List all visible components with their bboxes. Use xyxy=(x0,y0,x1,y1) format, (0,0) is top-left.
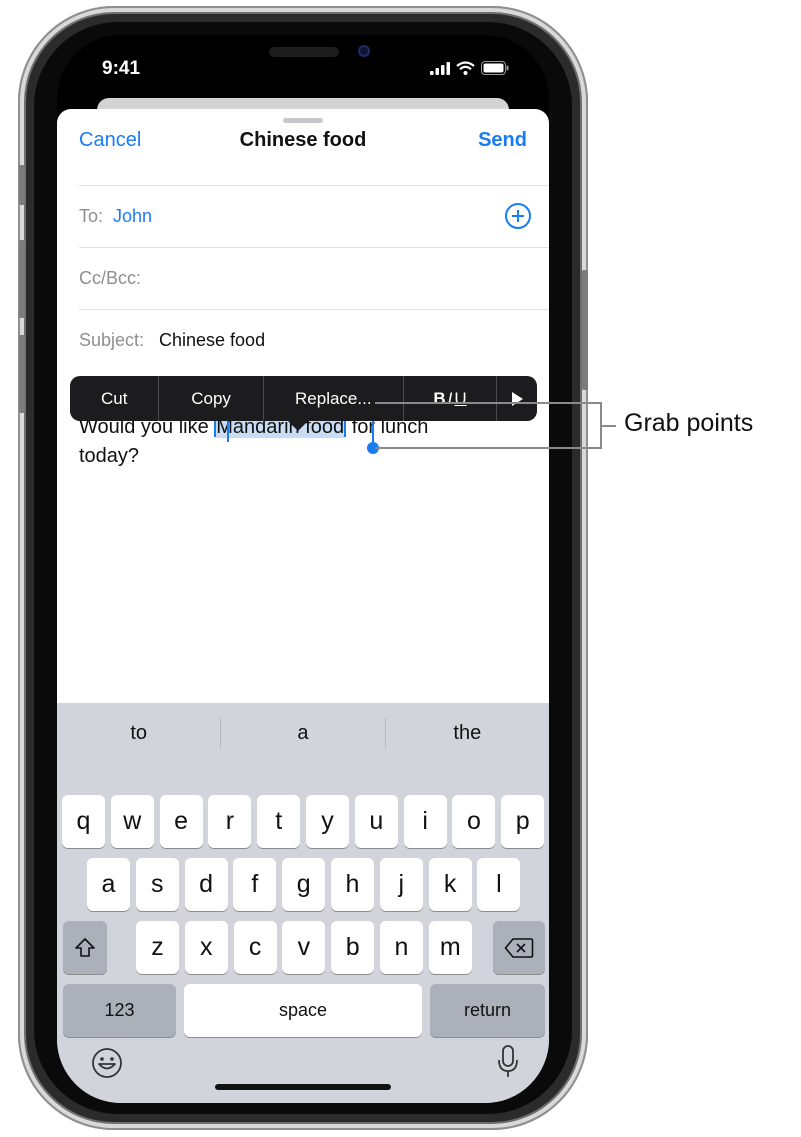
key-n[interactable]: n xyxy=(380,921,423,974)
screen: 9:41 Cancel Chinese food Send To: John C… xyxy=(57,35,549,1103)
key-x[interactable]: x xyxy=(184,921,228,974)
wifi-icon xyxy=(456,61,475,75)
silent-switch xyxy=(19,165,25,205)
callout-bracket xyxy=(375,402,602,449)
key-h[interactable]: h xyxy=(331,858,374,911)
key-i[interactable]: i xyxy=(403,795,447,848)
send-button[interactable]: Send xyxy=(478,129,527,152)
to-label: To: xyxy=(79,206,104,226)
emoji-icon[interactable] xyxy=(90,1046,124,1080)
status-time: 9:41 xyxy=(102,58,141,79)
subject-label: Subject: xyxy=(79,330,145,350)
key-l[interactable]: l xyxy=(477,858,521,911)
callout-tick xyxy=(602,425,616,427)
backspace-icon xyxy=(504,937,534,958)
home-indicator[interactable] xyxy=(215,1084,391,1090)
key-v[interactable]: v xyxy=(282,921,326,974)
space-key[interactable]: space xyxy=(184,984,422,1037)
key-t[interactable]: t xyxy=(257,795,301,848)
prediction-2[interactable]: a xyxy=(221,722,384,745)
key-j[interactable]: j xyxy=(379,858,423,911)
status-icons xyxy=(430,61,509,75)
key-f[interactable]: f xyxy=(233,858,277,911)
key-u[interactable]: u xyxy=(354,795,398,848)
return-key[interactable]: return xyxy=(430,984,545,1037)
edit-menu-pointer xyxy=(288,421,308,431)
message-title: Chinese food xyxy=(239,129,367,151)
cc-bcc-label: Cc/Bcc: xyxy=(79,268,142,288)
power-button xyxy=(582,270,588,390)
shift-icon xyxy=(75,937,95,957)
compose-sheet: Cancel Chinese food Send To: John Cc/Bcc… xyxy=(57,109,549,1103)
key-w[interactable]: w xyxy=(110,795,154,848)
shift-key[interactable] xyxy=(63,921,107,974)
key-o[interactable]: o xyxy=(452,795,496,848)
cellular-signal-icon xyxy=(430,62,450,75)
key-m[interactable]: m xyxy=(428,921,472,974)
key-s[interactable]: s xyxy=(135,858,179,911)
callout-label: Grab points xyxy=(624,409,754,437)
body-text-line2: today? xyxy=(79,445,140,467)
subject-value[interactable]: Chinese food xyxy=(159,330,265,351)
key-k[interactable]: k xyxy=(428,858,472,911)
battery-icon xyxy=(481,61,509,75)
key-r[interactable]: r xyxy=(208,795,252,848)
predictive-bar: to a the xyxy=(57,703,549,763)
microphone-icon[interactable] xyxy=(497,1044,519,1080)
key-d[interactable]: d xyxy=(184,858,228,911)
volume-down-button xyxy=(19,335,25,413)
volume-up-button xyxy=(19,240,25,318)
front-camera xyxy=(358,45,370,57)
prediction-3[interactable]: the xyxy=(386,722,549,745)
keyboard: to a the 123 space return q w e r t y u … xyxy=(57,703,549,1103)
key-p[interactable]: p xyxy=(501,795,545,848)
key-g[interactable]: g xyxy=(282,858,326,911)
speaker-grille xyxy=(269,47,339,57)
subject-field[interactable]: Subject: Chinese food xyxy=(79,309,549,372)
prediction-1[interactable]: to xyxy=(57,722,220,745)
key-y[interactable]: y xyxy=(306,795,349,848)
key-e[interactable]: e xyxy=(159,795,203,848)
key-b[interactable]: b xyxy=(331,921,375,974)
copy-button[interactable]: Copy xyxy=(159,376,264,421)
key-q[interactable]: q xyxy=(62,795,105,848)
key-z[interactable]: z xyxy=(136,921,179,974)
to-field[interactable]: To: John xyxy=(79,185,549,248)
cc-bcc-field[interactable]: Cc/Bcc: xyxy=(79,247,549,310)
delete-key[interactable] xyxy=(493,921,545,974)
cut-button[interactable]: Cut xyxy=(70,376,160,421)
numbers-key[interactable]: 123 xyxy=(63,984,176,1037)
key-a[interactable]: a xyxy=(87,858,130,911)
sheet-grabber[interactable] xyxy=(283,118,323,123)
add-recipient-icon[interactable] xyxy=(505,203,531,229)
key-c[interactable]: c xyxy=(233,921,277,974)
to-recipient[interactable]: John xyxy=(113,206,152,227)
